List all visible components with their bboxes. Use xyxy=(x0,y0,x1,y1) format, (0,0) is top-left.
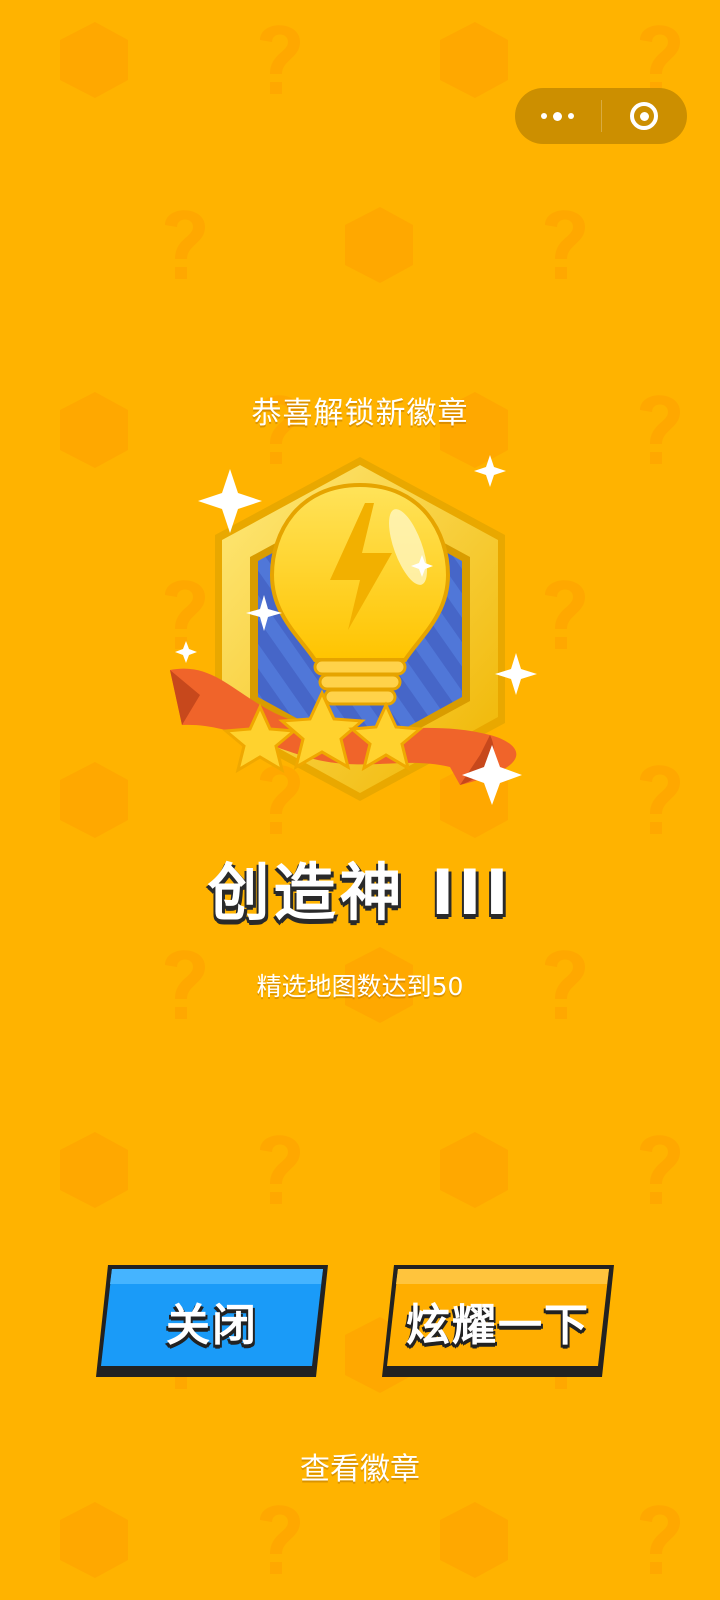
pattern-tile xyxy=(260,25,300,95)
pattern-tile xyxy=(440,1132,508,1208)
pattern-tile xyxy=(345,207,413,283)
pattern-tile xyxy=(260,1505,300,1574)
pattern-tile xyxy=(260,1135,300,1204)
pattern-tile xyxy=(705,1305,720,1401)
pattern-tile xyxy=(60,762,128,838)
pattern-tile xyxy=(440,22,508,98)
share-button-label: 炫耀一下 xyxy=(406,1300,590,1351)
exit-button[interactable] xyxy=(602,88,688,144)
pattern-tile xyxy=(440,1502,508,1578)
capsule-menu xyxy=(515,88,687,144)
badge-image xyxy=(160,455,560,835)
pattern-tile xyxy=(60,1502,128,1578)
pattern-tile xyxy=(60,1132,128,1208)
close-button-label: 关闭 xyxy=(166,1300,258,1351)
lightbulb-badge-icon xyxy=(170,455,537,805)
pattern-tile xyxy=(640,1135,680,1204)
pattern-tile xyxy=(165,210,205,279)
more-dots-icon xyxy=(541,111,575,121)
badge-description: 精选地图数达到50 xyxy=(256,972,464,1001)
more-button[interactable] xyxy=(515,88,601,144)
pattern-tile xyxy=(640,1505,680,1574)
unlock-headline: 恭喜解锁新徽章 xyxy=(251,396,469,431)
pattern-tile xyxy=(705,195,720,291)
pattern-tile xyxy=(640,765,680,834)
pattern-tile xyxy=(60,22,128,98)
close-button[interactable]: 关闭 xyxy=(94,1262,330,1380)
target-close-icon xyxy=(630,102,659,130)
share-button[interactable]: 炫耀一下 xyxy=(380,1262,616,1380)
pattern-tile xyxy=(545,210,585,279)
badge-name: 创造神 III xyxy=(207,856,513,929)
view-badges-link[interactable]: 查看徽章 xyxy=(0,1444,720,1488)
pattern-tile xyxy=(705,565,720,661)
